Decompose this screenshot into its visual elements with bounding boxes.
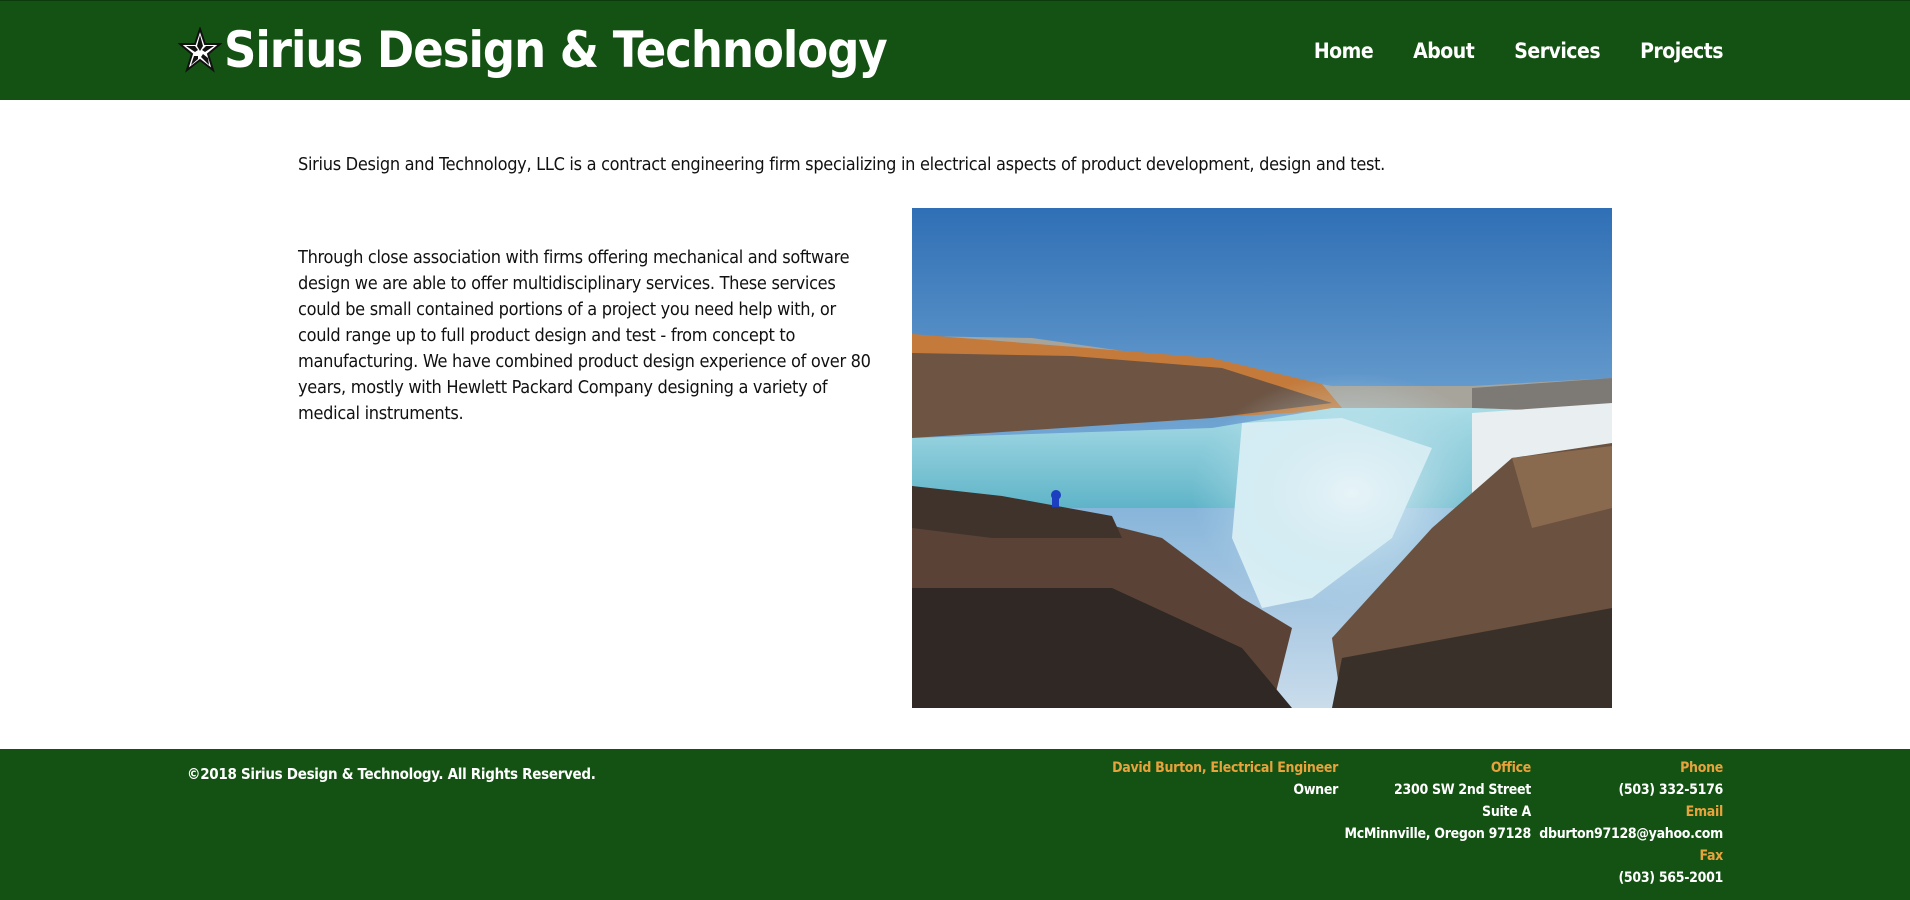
site-title[interactable]: Sirius Design & Technology: [224, 15, 888, 85]
office-suite: Suite A: [1482, 804, 1531, 820]
star-icon: [178, 27, 222, 73]
fax-heading: Fax: [1699, 848, 1723, 864]
phone-number[interactable]: (503) 332-5176: [1539, 779, 1723, 801]
office-heading: Office: [1490, 760, 1531, 776]
phone-heading: Phone: [1680, 760, 1723, 776]
owner-info: David Burton, Electrical Engineer Owner: [1112, 757, 1338, 801]
nav-services[interactable]: Services: [1514, 37, 1600, 65]
owner-role: Owner: [1293, 782, 1338, 798]
main-nav: Home About Services Projects: [1314, 37, 1724, 65]
brand[interactable]: Sirius Design & Technology: [178, 15, 888, 85]
site-header: Sirius Design & Technology Home About Se…: [0, 0, 1910, 100]
fax-number: (503) 565-2001: [1618, 870, 1723, 886]
email-heading: Email: [1685, 804, 1724, 820]
nav-about[interactable]: About: [1413, 37, 1475, 65]
contact-info: Phone (503) 332-5176 Email dburton97128@…: [1539, 757, 1723, 889]
email-address[interactable]: dburton97128@yahoo.com: [1539, 823, 1723, 845]
office-info: Office 2300 SW 2nd Street Suite A McMinn…: [1344, 757, 1532, 845]
site-footer: ©2018 Sirius Design & Technology. All Ri…: [0, 749, 1910, 900]
nav-projects[interactable]: Projects: [1640, 37, 1723, 65]
nav-home[interactable]: Home: [1314, 37, 1374, 65]
services-description: Through close association with firms off…: [298, 247, 871, 424]
copyright: ©2018 Sirius Design & Technology. All Ri…: [187, 765, 596, 783]
owner-heading: David Burton, Electrical Engineer: [1112, 760, 1338, 776]
waterfall-canyon-photo: [912, 208, 1612, 708]
office-street: 2300 SW 2nd Street: [1394, 782, 1531, 798]
intro-text: Sirius Design and Technology, LLC is a c…: [298, 154, 1386, 175]
office-city: McMinnville, Oregon 97128: [1344, 826, 1532, 842]
